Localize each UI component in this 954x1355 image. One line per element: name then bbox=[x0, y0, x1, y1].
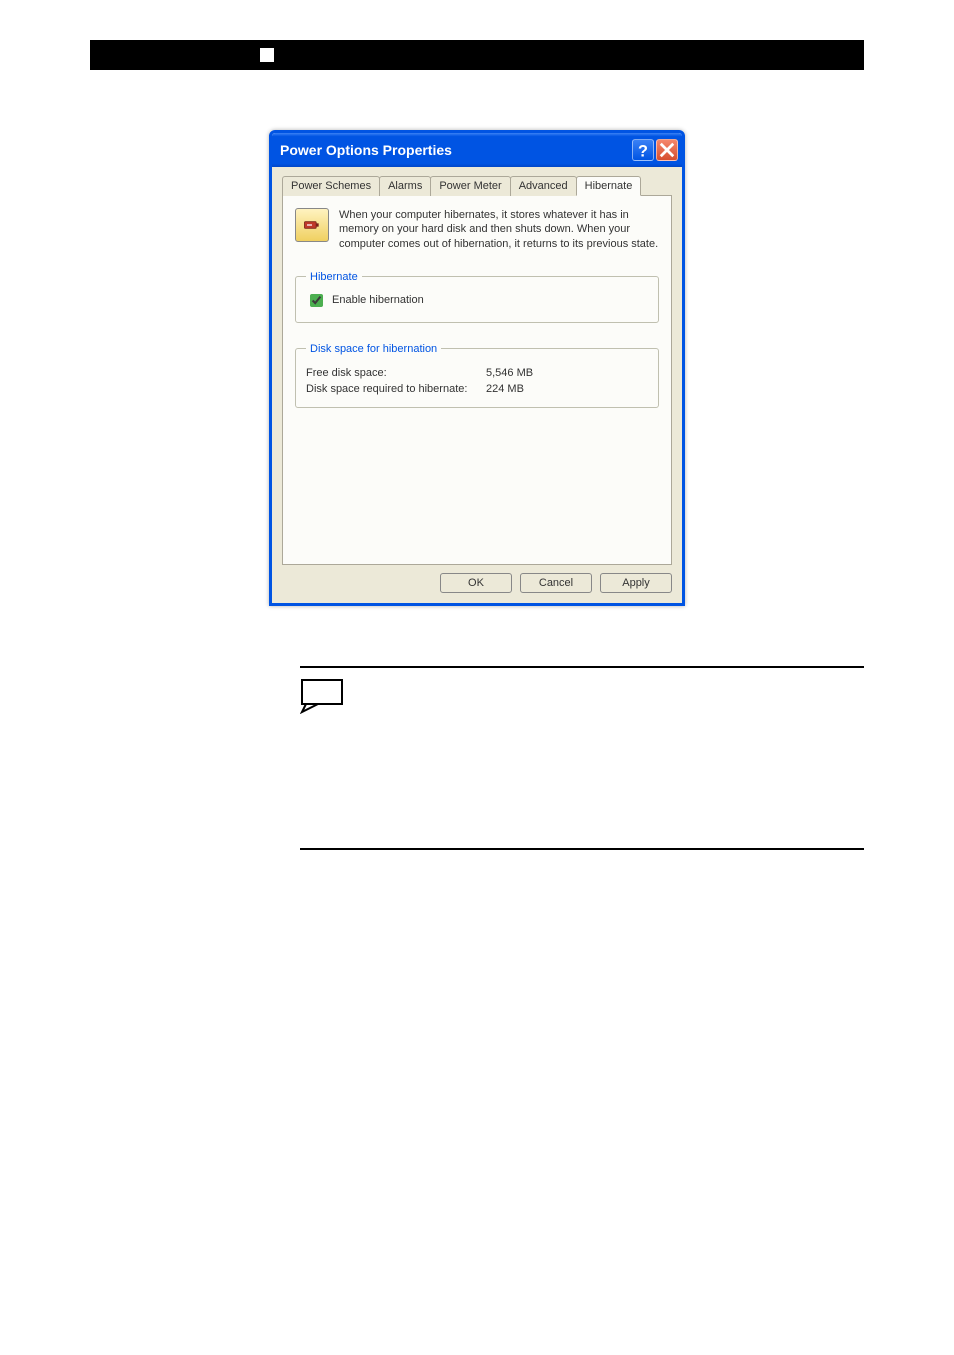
close-icon bbox=[657, 140, 677, 160]
titlebar-buttons: ? bbox=[632, 139, 678, 161]
diskspace-legend: Disk space for hibernation bbox=[306, 343, 441, 355]
tab-panel-hibernate: When your computer hibernates, it stores… bbox=[282, 196, 672, 565]
dialog-title: Power Options Properties bbox=[280, 142, 452, 158]
power-options-dialog: Power Options Properties ? Power Schemes… bbox=[269, 130, 685, 606]
header-square-decor bbox=[260, 48, 274, 62]
hibernate-icon bbox=[295, 208, 329, 242]
dialog-button-row: OK Cancel Apply bbox=[282, 573, 672, 593]
note-section bbox=[300, 666, 864, 850]
hibernate-fieldset: Hibernate Enable hibernation bbox=[295, 271, 659, 323]
required-disk-value: 224 MB bbox=[486, 383, 524, 395]
dialog-titlebar: Power Options Properties ? bbox=[272, 133, 682, 167]
free-disk-row: Free disk space: 5,546 MB bbox=[306, 367, 648, 379]
free-disk-label: Free disk space: bbox=[306, 367, 486, 379]
dialog-body: Power Schemes Alarms Power Meter Advance… bbox=[272, 167, 682, 603]
apply-button[interactable]: Apply bbox=[600, 573, 672, 593]
cancel-button[interactable]: Cancel bbox=[520, 573, 592, 593]
battery-plug-icon bbox=[302, 215, 322, 235]
tab-hibernate[interactable]: Hibernate bbox=[576, 176, 642, 196]
enable-hibernation-row[interactable]: Enable hibernation bbox=[306, 291, 648, 310]
required-disk-row: Disk space required to hibernate: 224 MB bbox=[306, 383, 648, 395]
help-button[interactable]: ? bbox=[632, 139, 654, 161]
ok-button[interactable]: OK bbox=[440, 573, 512, 593]
page-header-bar bbox=[90, 40, 864, 70]
close-button[interactable] bbox=[656, 139, 678, 161]
required-disk-label: Disk space required to hibernate: bbox=[306, 383, 486, 395]
intro-text: When your computer hibernates, it stores… bbox=[339, 208, 659, 251]
help-icon: ? bbox=[633, 140, 653, 160]
note-icon bbox=[300, 678, 348, 714]
tab-strip: Power Schemes Alarms Power Meter Advance… bbox=[282, 175, 672, 196]
enable-hibernation-checkbox[interactable] bbox=[310, 294, 323, 307]
enable-hibernation-label: Enable hibernation bbox=[332, 294, 424, 306]
tab-power-schemes[interactable]: Power Schemes bbox=[282, 176, 380, 196]
tab-advanced[interactable]: Advanced bbox=[510, 176, 577, 196]
tab-alarms[interactable]: Alarms bbox=[379, 176, 431, 196]
tab-power-meter[interactable]: Power Meter bbox=[430, 176, 510, 196]
svg-text:?: ? bbox=[638, 142, 648, 160]
intro-row: When your computer hibernates, it stores… bbox=[295, 208, 659, 251]
hibernate-legend: Hibernate bbox=[306, 271, 362, 283]
diskspace-fieldset: Disk space for hibernation Free disk spa… bbox=[295, 343, 659, 408]
free-disk-value: 5,546 MB bbox=[486, 367, 533, 379]
